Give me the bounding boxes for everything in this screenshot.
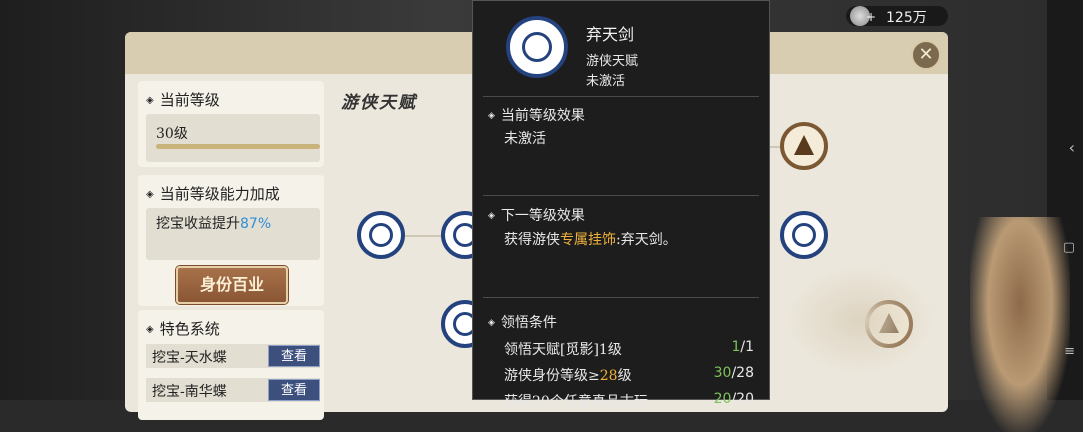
current-effect-text: 未激活 xyxy=(504,131,546,147)
requirements-header: ◈ 领悟条件 xyxy=(488,315,557,331)
talent-node-icon[interactable] xyxy=(780,122,828,170)
features-card: ◈ 特色系统 挖宝-天水蝶 查看 挖宝-南华蝶 查看 xyxy=(138,310,324,420)
requirement-row: 领悟天赋[觅影]1级 1/1 xyxy=(504,339,754,358)
view-button[interactable]: 查看 xyxy=(268,345,320,367)
level-value: 30级 xyxy=(156,126,188,142)
talent-name: 弃天剑 xyxy=(586,25,635,44)
currency-amount: 125万 xyxy=(886,10,927,26)
talent-tooltip: 弃天剑 游侠天赋 未激活 ◈ 当前等级效果 未激活 ◈ 下一等级效果 获得游侠专属挂… xyxy=(472,0,770,410)
close-button[interactable]: ✕ xyxy=(911,40,941,70)
identity-profession-button[interactable]: 身份百业 xyxy=(176,266,288,304)
bonus-box: 挖宝收益提升87% xyxy=(146,208,320,260)
next-effect-header: ◈ 下一等级效果 xyxy=(488,208,585,224)
current-effect-header: ◈ 当前等级效果 xyxy=(488,108,585,124)
horse-illustration xyxy=(785,265,935,375)
feature-row: 挖宝-天水蝶 查看 xyxy=(146,344,320,368)
bonus-header: ◈ 当前等级能力加成 xyxy=(146,185,280,203)
next-effect-text: 获得游侠专属挂饰:弃天剑。 xyxy=(504,232,677,248)
features-header: ◈ 特色系统 xyxy=(146,320,220,338)
add-currency-icon[interactable]: + xyxy=(866,10,876,24)
bonus-percent: 87% xyxy=(240,216,272,232)
back-icon[interactable]: ‹ xyxy=(1069,138,1075,157)
tree-title: 游侠天赋 xyxy=(341,93,417,113)
divider xyxy=(483,195,759,196)
talent-status: 未激活 xyxy=(586,74,626,89)
talent-node-icon[interactable] xyxy=(780,211,828,259)
divider xyxy=(483,96,759,97)
talent-type: 游侠天赋 xyxy=(586,54,639,69)
currency-display[interactable]: + 125万 xyxy=(846,6,948,26)
sword-talent-icon xyxy=(506,16,568,78)
divider xyxy=(483,297,759,298)
view-button[interactable]: 查看 xyxy=(268,379,320,401)
feature-name: 挖宝-南华蝶 xyxy=(152,384,227,400)
requirement-row: 游侠身份等级≥28级 30/28 xyxy=(504,365,754,384)
current-level-header: ◈ 当前等级 xyxy=(146,91,220,109)
current-level-card: ◈ 当前等级 30级 xyxy=(138,81,324,167)
requirement-row: 获得20个任意真品古玩 20/20 xyxy=(504,391,754,410)
level-progress-bar xyxy=(156,144,320,149)
level-box: 30级 xyxy=(146,114,320,162)
bonus-text: 挖宝收益提升87% xyxy=(156,216,272,232)
talent-node-icon[interactable] xyxy=(357,211,405,259)
feature-name: 挖宝-天水蝶 xyxy=(152,350,227,366)
feature-row: 挖宝-南华蝶 查看 xyxy=(146,378,320,402)
